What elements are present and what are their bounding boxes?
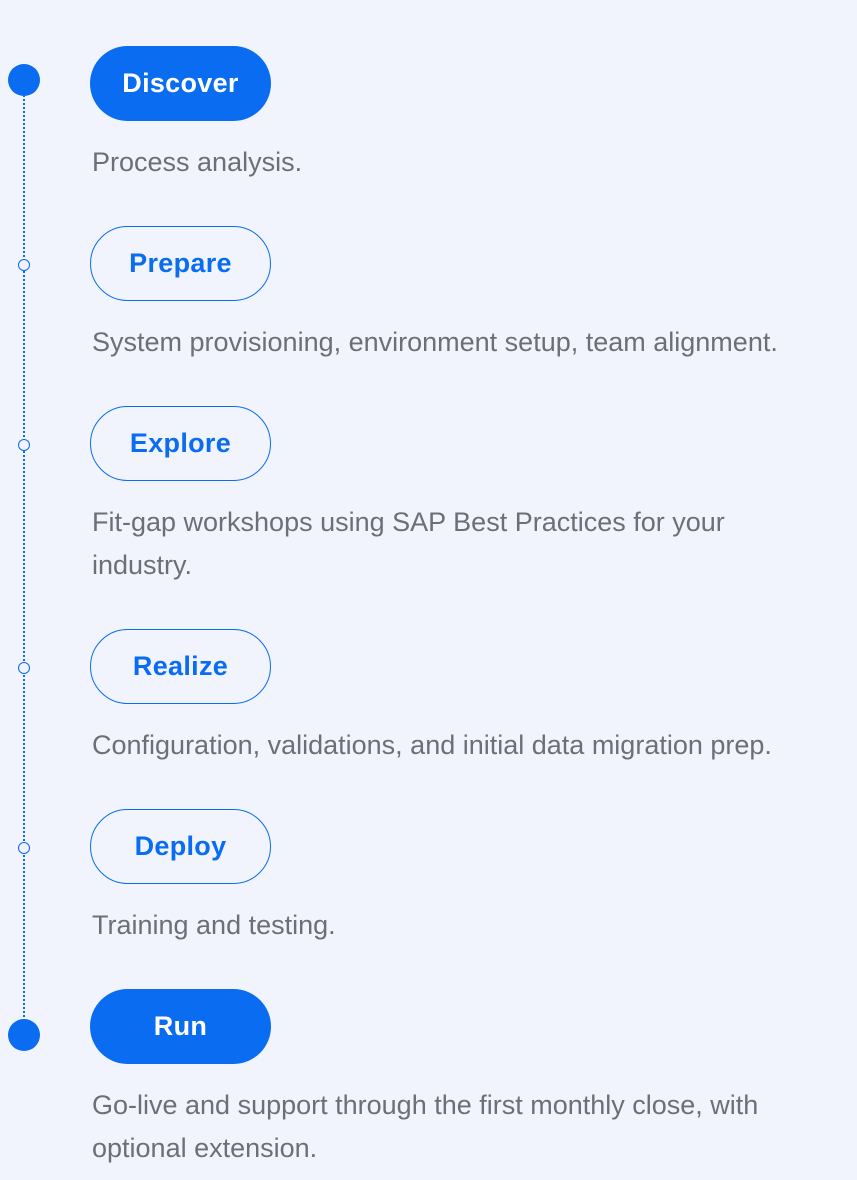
discover-description: Process analysis. [92,147,303,177]
timeline-node-hollow [18,439,30,451]
realize-description: Configuration, validations, and initial … [92,730,772,760]
timeline-node-filled [8,64,40,96]
discover-button[interactable]: Discover [90,46,271,121]
explore-button[interactable]: Explore [90,406,271,481]
prepare-button[interactable]: Prepare [90,226,271,301]
timeline-node-hollow [18,662,30,674]
deploy-button[interactable]: Deploy [90,809,271,884]
deploy-description: Training and testing. [92,910,336,940]
realize-button[interactable]: Realize [90,629,271,704]
timeline-node-hollow [18,259,30,271]
prepare-description: System provisioning, environment setup, … [92,327,778,357]
timeline-node-hollow [18,842,30,854]
explore-description: Fit-gap workshops using SAP Best Practic… [92,507,725,580]
timeline-node-filled [8,1019,40,1051]
run-description: Go-live and support through the first mo… [92,1090,759,1163]
run-button[interactable]: Run [90,989,271,1064]
timeline-connector [23,80,25,1036]
